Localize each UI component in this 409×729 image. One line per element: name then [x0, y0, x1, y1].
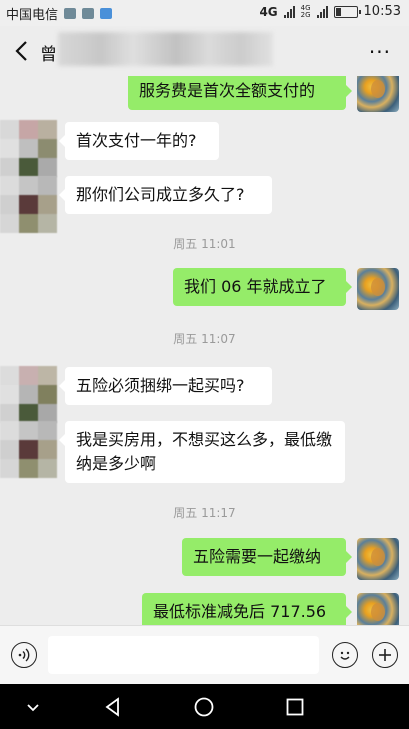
message-incoming[interactable]: 五险必须捆绑一起买吗?: [59, 367, 272, 405]
message-text: 我是买房用，不想买这么多，最低缴纳是多少啊: [76, 430, 333, 473]
network-type-label: 4G: [259, 4, 278, 19]
collapse-icon[interactable]: [22, 696, 44, 718]
emoji-icon: [340, 651, 350, 660]
battery-icon: [333, 5, 361, 18]
plus-icon: [379, 649, 391, 661]
recents-square-icon[interactable]: [284, 696, 306, 718]
my-avatar[interactable]: [357, 268, 399, 310]
network-stack: 4G 2G: [300, 4, 311, 19]
contact-avatar[interactable]: [0, 176, 57, 233]
message-text: 五险必须捆绑一起买吗?: [76, 376, 245, 395]
message-text: 那你们公司成立多久了?: [76, 185, 245, 204]
status-left: 中国电信: [6, 4, 113, 23]
timestamp: 周五 11:01: [173, 237, 236, 251]
status-right: 4G 4G 2G 10:53: [259, 4, 401, 19]
contact-name: 曾: [40, 45, 57, 65]
message-incoming[interactable]: 我是买房用，不想买这么多，最低缴纳是多少啊: [59, 421, 345, 483]
contact-avatar[interactable]: [0, 421, 57, 478]
message-incoming[interactable]: 首次支付一年的?: [59, 122, 219, 160]
voice-icon: [18, 648, 30, 662]
back-triangle-icon[interactable]: [102, 696, 124, 718]
system-navigation-bar: [0, 684, 409, 729]
carrier-label: 中国电信: [6, 8, 59, 23]
signal-icon: [283, 5, 295, 18]
chat-message-list[interactable]: 服务费是首次全额支付的 首次支付一年的? 那你们公司成立多久了? 周五 11:0…: [0, 76, 409, 625]
my-avatar[interactable]: [357, 538, 399, 580]
network-bottom-label: 2G: [300, 10, 311, 19]
shield-notification-icon: [100, 8, 113, 19]
message-text: 我们 06 年就成立了: [184, 277, 327, 296]
voice-input-button[interactable]: [11, 642, 37, 668]
chat-header: 曾 ···: [0, 26, 409, 76]
timestamp: 周五 11:07: [173, 332, 236, 346]
message-outgoing[interactable]: 五险需要一起缴纳: [182, 538, 352, 576]
emoji-button[interactable]: [332, 642, 358, 668]
message-input[interactable]: [48, 636, 319, 674]
my-avatar[interactable]: [357, 593, 399, 625]
contact-avatar[interactable]: [0, 120, 57, 177]
message-text: 首次支付一年的?: [76, 131, 197, 150]
clock: 10:53: [363, 4, 401, 19]
message-outgoing[interactable]: 最低标准减免后 717.56: [142, 593, 352, 625]
message-text: 服务费是首次全额支付的: [139, 81, 316, 100]
timestamp: 周五 11:17: [173, 506, 236, 520]
add-attachment-button[interactable]: [372, 642, 398, 668]
message-outgoing[interactable]: 我们 06 年就成立了: [173, 268, 352, 306]
signal-2-icon: [316, 5, 328, 18]
message-text: 五险需要一起缴纳: [193, 547, 322, 566]
my-avatar[interactable]: [357, 76, 399, 112]
gallery-notification-icon: [64, 8, 77, 19]
more-options-icon[interactable]: ···: [369, 40, 391, 64]
status-bar: 中国电信 4G 4G 2G 10:53: [0, 0, 409, 26]
message-incoming[interactable]: 那你们公司成立多久了?: [59, 176, 272, 214]
message-text: 最低标准减免后 717.56: [153, 602, 327, 621]
contact-avatar[interactable]: [0, 366, 57, 423]
battery-fill: [335, 7, 341, 16]
blurred-name-overlay: [58, 32, 273, 66]
message-input-bar: [0, 625, 409, 685]
message-outgoing[interactable]: 服务费是首次全额支付的: [128, 76, 352, 110]
back-arrow-icon[interactable]: [12, 39, 34, 63]
home-circle-icon[interactable]: [193, 696, 215, 718]
message-notification-icon: [82, 8, 95, 19]
